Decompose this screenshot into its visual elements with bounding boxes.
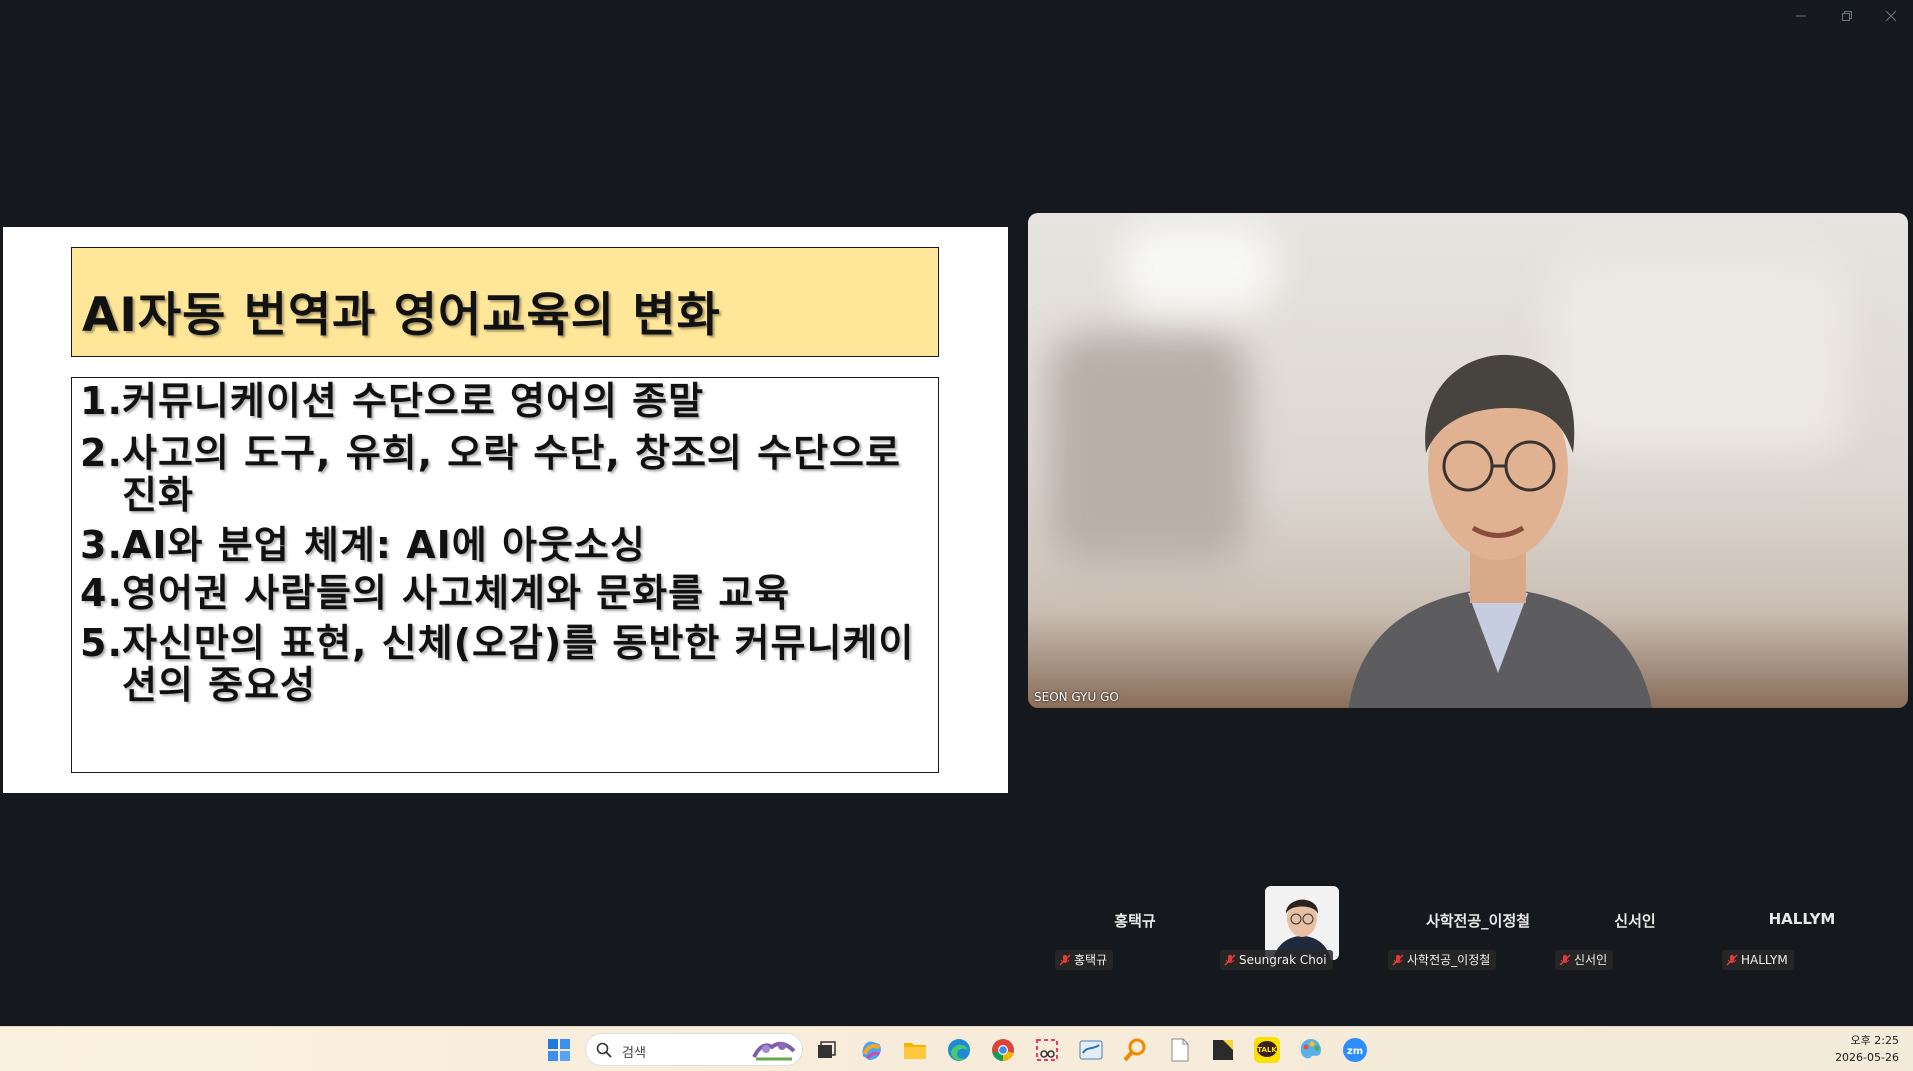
mic-muted-icon xyxy=(1726,954,1738,966)
slide-title: AI자동 번역과 영어교육의 변화 xyxy=(82,288,721,343)
participant-tile[interactable]: Seungrak Choi xyxy=(1218,880,1378,970)
sticky-notes-icon[interactable] xyxy=(1209,1036,1237,1064)
restore-icon xyxy=(1842,11,1852,21)
search-app-icon[interactable] xyxy=(1121,1036,1149,1064)
point-number: 2. xyxy=(80,431,123,475)
edge-icon[interactable] xyxy=(945,1036,973,1064)
clock-date: 2026-05-26 xyxy=(1835,1051,1899,1064)
speaker-name-label: SEON GYU GO xyxy=(1034,690,1119,704)
app-icon[interactable] xyxy=(1077,1036,1105,1064)
point-text: 커뮤니케이션 수단으로 영어의 종말 xyxy=(122,379,705,423)
point-text-continued: 션의 중요성 xyxy=(122,663,317,707)
minimize-button[interactable] xyxy=(1786,6,1816,30)
slide-body: 1. 커뮤니케이션 수단으로 영어의 종말 2. 사고의 도구, 유희, 오락 … xyxy=(71,377,939,773)
slide-point-4: 4. 영어권 사람들의 사고체계와 문화를 교육 xyxy=(80,572,790,614)
participant-label: 홍택규 xyxy=(1055,950,1114,970)
system-clock[interactable]: 오후 2:25 2026-05-26 xyxy=(1835,1032,1899,1066)
file-icon[interactable] xyxy=(1165,1036,1193,1064)
mic-muted-icon xyxy=(1559,954,1571,966)
participant-label: 신서인 xyxy=(1555,950,1614,970)
slide-point-1: 1. 커뮤니케이션 수단으로 영어의 종말 xyxy=(80,380,704,422)
taskbar-search-box[interactable]: 검색 xyxy=(585,1033,803,1066)
point-text: 사고의 도구, 유희, 오락 수단, 창조의 수단으로 xyxy=(122,431,901,475)
slide-point-5: 5. 자신만의 표현, 신체(오감)를 동반한 커뮤니케이 션의 중요성 xyxy=(80,622,914,706)
participant-tile[interactable]: 홍택규 홍택규 xyxy=(1055,880,1215,970)
point-text: 영어권 사람들의 사고체계와 문화를 교육 xyxy=(122,571,791,615)
snipping-tool-icon[interactable] xyxy=(1033,1036,1061,1064)
participant-tile[interactable]: HALLYM HALLYM xyxy=(1722,880,1882,970)
point-number: 4. xyxy=(80,571,123,615)
minimize-icon xyxy=(1796,15,1806,17)
point-text-continued: 진화 xyxy=(122,473,194,517)
close-button[interactable] xyxy=(1876,6,1906,30)
zoom-icon[interactable]: zm xyxy=(1341,1036,1369,1064)
windows-taskbar: 검색 TALK zm 오후 2:25 2026-05-26 xyxy=(0,1026,1913,1071)
search-highlight-icon xyxy=(752,1041,796,1061)
participant-tile[interactable]: 사학전공_이정철 사학전공_이정철 xyxy=(1388,880,1568,970)
svg-text:zm: zm xyxy=(1347,1046,1363,1057)
slide-title-box: AI자동 번역과 영어교육의 변화 xyxy=(71,247,939,357)
background-blur xyxy=(1118,223,1278,313)
windows-start-icon[interactable] xyxy=(545,1036,573,1064)
participant-name: HALLYM xyxy=(1768,910,1836,928)
chrome-icon[interactable] xyxy=(989,1036,1017,1064)
task-view-icon[interactable] xyxy=(812,1036,840,1064)
svg-text:TALK: TALK xyxy=(1257,1046,1277,1054)
file-explorer-icon[interactable] xyxy=(901,1036,929,1064)
restore-button[interactable] xyxy=(1832,6,1862,30)
point-text: AI와 분업 체계: AI에 아웃소싱 xyxy=(122,523,646,567)
clock-time: 오후 2:25 xyxy=(1850,1034,1899,1047)
slide-point-2: 2. 사고의 도구, 유희, 오락 수단, 창조의 수단으로 진화 xyxy=(80,432,901,516)
active-speaker-video[interactable]: SEON GYU GO xyxy=(1028,213,1908,708)
mic-muted-icon xyxy=(1224,954,1236,966)
slide-point-3: 3. AI와 분업 체계: AI에 아웃소싱 xyxy=(80,524,646,566)
participant-label: HALLYM xyxy=(1722,950,1794,970)
speaker-person xyxy=(1348,354,1652,708)
background-blur xyxy=(1048,333,1248,563)
participant-name: 사학전공_이정철 xyxy=(1425,912,1531,930)
point-number: 1. xyxy=(80,379,123,423)
participant-name: 홍택규 xyxy=(1114,912,1156,930)
participant-label: 사학전공_이정철 xyxy=(1388,950,1497,970)
point-number: 5. xyxy=(80,621,123,665)
point-text: 자신만의 표현, 신체(오감)를 동반한 커뮤니케이 xyxy=(122,621,915,665)
participant-label: Seungrak Choi xyxy=(1220,950,1333,970)
close-icon xyxy=(1885,10,1897,22)
point-number: 3. xyxy=(80,523,123,567)
paint-icon[interactable] xyxy=(1297,1036,1325,1064)
copilot-icon[interactable] xyxy=(857,1036,885,1064)
participant-name: 신서인 xyxy=(1614,912,1656,930)
shared-screen-slide[interactable]: AI자동 번역과 영어교육의 변화 1. 커뮤니케이션 수단으로 영어의 종말 … xyxy=(3,227,1008,793)
mic-muted-icon xyxy=(1059,954,1071,966)
participant-tile[interactable]: 신서인 신서인 xyxy=(1555,880,1715,970)
mic-muted-icon xyxy=(1392,954,1404,966)
kakaotalk-icon[interactable]: TALK xyxy=(1253,1036,1281,1064)
search-placeholder: 검색 xyxy=(622,1046,646,1061)
search-icon xyxy=(596,1042,612,1058)
zoom-meeting-window: AI자동 번역과 영어교육의 변화 1. 커뮤니케이션 수단으로 영어의 종말 … xyxy=(0,0,1913,1071)
